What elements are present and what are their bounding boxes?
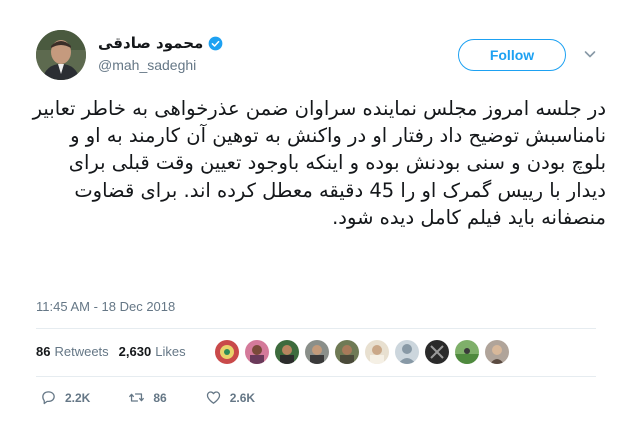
reply-action[interactable]: 2.2K xyxy=(40,389,90,406)
tweet-text: در جلسه امروز مجلس نماینده سراوان ضمن عذ… xyxy=(32,97,606,229)
follow-button[interactable]: Follow xyxy=(458,39,566,71)
liker-avatar[interactable] xyxy=(215,340,239,364)
divider-bottom xyxy=(36,376,596,377)
retweet-icon xyxy=(129,393,145,402)
liker-avatar[interactable] xyxy=(335,340,359,364)
liker-avatar[interactable] xyxy=(245,340,269,364)
author-name[interactable]: محمود صادقی xyxy=(98,34,203,52)
author-avatar[interactable] xyxy=(36,30,86,80)
retweet-action[interactable]: 86 xyxy=(128,389,167,406)
heart-icon xyxy=(206,391,220,404)
retweet-count: 86 xyxy=(153,390,167,405)
author-avatar-image xyxy=(36,30,86,80)
liker-avatar[interactable] xyxy=(275,340,299,364)
verified-badge-icon xyxy=(208,36,223,50)
likes-stat[interactable]: 2,630 Likes xyxy=(119,344,186,359)
author-handle[interactable]: @mah_sadeghi xyxy=(98,57,196,73)
liker-avatar[interactable] xyxy=(485,340,509,364)
like-action[interactable]: 2.6K xyxy=(205,389,255,406)
liker-avatars xyxy=(215,340,509,364)
liker-avatar[interactable] xyxy=(365,340,389,364)
tweet-actions: 2.2K 86 2.6K xyxy=(40,389,293,406)
liker-avatar[interactable] xyxy=(425,340,449,364)
reply-icon xyxy=(42,391,55,405)
reply-count: 2.2K xyxy=(65,390,91,405)
likes-label: Likes xyxy=(155,344,186,359)
divider-top xyxy=(36,328,596,329)
retweets-label: Retweets xyxy=(54,344,109,359)
author-name-row: محمود صادقی xyxy=(98,34,223,52)
liker-avatar[interactable] xyxy=(395,340,419,364)
retweets-count: 86 xyxy=(36,344,51,359)
likes-count: 2,630 xyxy=(118,344,152,359)
tweet-timestamp[interactable]: 11:45 AM - 18 Dec 2018 xyxy=(36,299,175,314)
chevron-down-icon[interactable] xyxy=(584,48,596,60)
liker-avatar[interactable] xyxy=(455,340,479,364)
retweets-stat[interactable]: 86 Retweets xyxy=(36,344,109,359)
tweet-stats: 86 Retweets 2,630 Likes xyxy=(36,344,186,359)
liker-avatar[interactable] xyxy=(305,340,329,364)
like-count: 2.6K xyxy=(229,390,256,405)
